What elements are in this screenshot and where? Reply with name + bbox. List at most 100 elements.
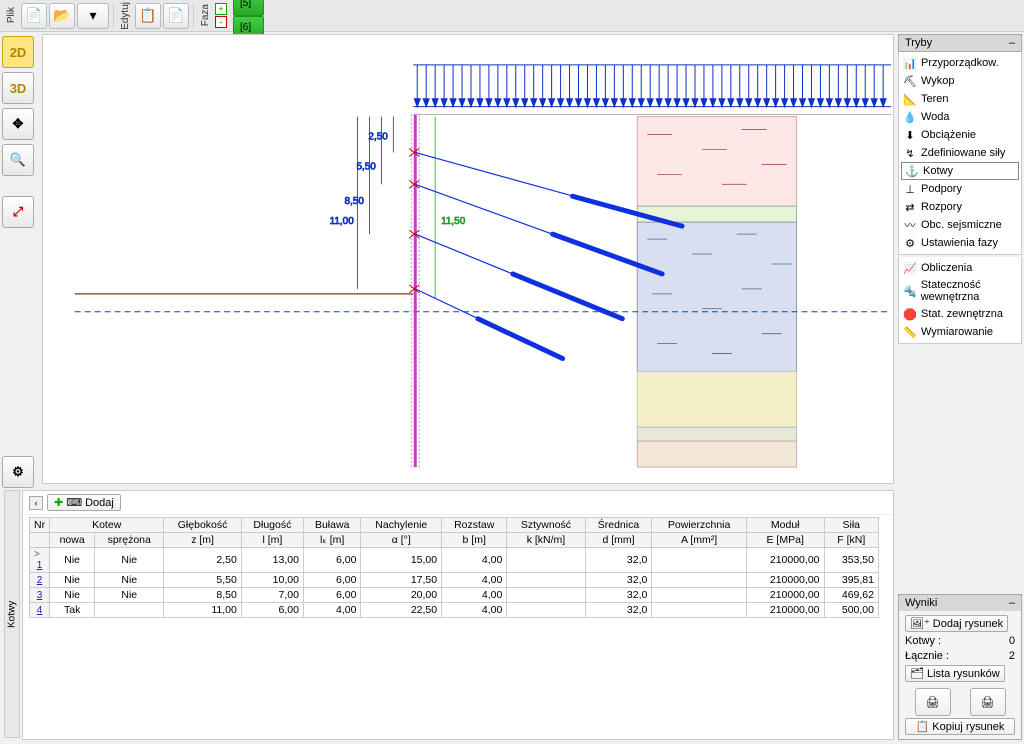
table-cell[interactable] [507, 588, 585, 603]
copy-button[interactable]: 📋 [135, 3, 161, 29]
table-cell[interactable]: 210000,00 [746, 548, 824, 573]
table-cell[interactable]: 8,50 [164, 588, 242, 603]
tryby-sejsmiczne[interactable]: 〰Obc. sejsmiczne [899, 216, 1021, 234]
table-cell[interactable] [652, 548, 747, 573]
tryby-wykop[interactable]: ⛏Wykop [899, 72, 1021, 90]
phase-add-button[interactable]: + [215, 3, 227, 15]
col-subheader: F [kN] [824, 533, 879, 548]
tryby-stat-wewn[interactable]: 🔩Stateczność wewnętrzna [899, 277, 1021, 305]
table-cell[interactable]: Tak [50, 603, 95, 618]
anchor-table-wrap[interactable]: NrKotewGłębokośćDługośćBuławaNachylenieR… [23, 515, 893, 739]
table-row[interactable]: >1NieNie2,5013,006,0015,004,0032,0210000… [30, 548, 879, 573]
table-cell[interactable]: 32,0 [585, 588, 652, 603]
tryby-obliczenia[interactable]: 📈Obliczenia [899, 259, 1021, 277]
table-cell[interactable]: 32,0 [585, 548, 652, 573]
pan-tool-button[interactable]: ✥ [2, 108, 34, 140]
tryby-przyporzadkow[interactable]: 📊Przyporządkow. [899, 54, 1021, 72]
table-cell[interactable]: 4,00 [442, 548, 507, 573]
tryby-podpory[interactable]: ⊥Podpory [899, 180, 1021, 198]
paste-button[interactable]: 📄 [163, 3, 189, 29]
table-cell[interactable]: 210000,00 [746, 573, 824, 588]
kopiuj-rysunek-button[interactable]: 📋 Kopiuj rysunek [905, 718, 1015, 735]
table-cell[interactable]: 4,00 [442, 603, 507, 618]
table-cell[interactable]: >1 [30, 548, 50, 573]
phase-remove-button[interactable]: - [215, 16, 227, 28]
table-cell[interactable]: 6,00 [303, 588, 361, 603]
table-cell[interactable]: 4,00 [442, 573, 507, 588]
table-cell[interactable]: Nie [50, 573, 95, 588]
table-cell[interactable] [652, 588, 747, 603]
tryby-obciazenie[interactable]: ⬇Obciążenie [899, 126, 1021, 144]
tryby-kotwy[interactable]: ⚓Kotwy [901, 162, 1019, 180]
table-cell[interactable] [95, 603, 164, 618]
table-cell[interactable]: 210000,00 [746, 603, 824, 618]
collapse-button[interactable]: ‹ [29, 496, 43, 510]
table-cell[interactable]: 353,50 [824, 548, 879, 573]
tryby-stat-zewn[interactable]: 🛑Stat. zewnętrzna [899, 305, 1021, 323]
table-cell[interactable]: 395,81 [824, 573, 879, 588]
lista-rysunkow-button[interactable]: 🗂 Lista rysunków [905, 665, 1005, 682]
table-row[interactable]: 2NieNie5,5010,006,0017,504,0032,0210000,… [30, 573, 879, 588]
table-cell[interactable]: 210000,00 [746, 588, 824, 603]
print-button-1[interactable]: 🖨 [915, 688, 951, 716]
table-cell[interactable] [507, 548, 585, 573]
mode-3d-button[interactable]: 3D [2, 72, 34, 104]
table-row[interactable]: 4Tak11,006,004,0022,504,0032,0210000,005… [30, 603, 879, 618]
fit-tool-button[interactable]: ⤢ [2, 196, 34, 228]
table-cell[interactable]: 6,00 [303, 573, 361, 588]
table-cell[interactable]: Nie [50, 588, 95, 603]
table-cell[interactable]: 2 [30, 573, 50, 588]
table-cell[interactable]: 20,00 [361, 588, 442, 603]
zoom-tool-button[interactable]: 🔍 [2, 144, 34, 176]
table-cell[interactable]: 4,00 [303, 603, 361, 618]
table-cell[interactable] [652, 603, 747, 618]
table-cell[interactable]: 32,0 [585, 573, 652, 588]
print-button-2[interactable]: 🖨 [970, 688, 1006, 716]
drawing-canvas[interactable]: 2,50 5,50 8,50 11,00 11,50 [42, 34, 894, 484]
minimize-icon[interactable]: – [1009, 37, 1015, 49]
tryby-rozpory[interactable]: ⇄Rozpory [899, 198, 1021, 216]
table-cell[interactable]: Nie [50, 548, 95, 573]
table-cell[interactable]: 15,00 [361, 548, 442, 573]
table-cell[interactable]: 3 [30, 588, 50, 603]
table-cell[interactable]: 32,0 [585, 603, 652, 618]
recent-button[interactable]: ▾ [77, 3, 109, 29]
table-cell[interactable]: 500,00 [824, 603, 879, 618]
tryby-ustawienia[interactable]: ⚙Ustawienia fazy [899, 234, 1021, 252]
table-cell[interactable]: 6,00 [241, 603, 303, 618]
table-cell[interactable]: Nie [95, 548, 164, 573]
table-cell[interactable]: 13,00 [241, 548, 303, 573]
dodaj-rysunek-button[interactable]: 🖼⁺ Dodaj rysunek [905, 615, 1008, 632]
tryby-wymiarowanie[interactable]: 📏Wymiarowanie [899, 323, 1021, 341]
table-cell[interactable]: 11,00 [164, 603, 242, 618]
mode-2d-button[interactable]: 2D [2, 36, 34, 68]
tryby-zdef-sily[interactable]: ↯Zdefiniowane siły [899, 144, 1021, 162]
table-cell[interactable]: 4 [30, 603, 50, 618]
table-cell[interactable]: 4,00 [442, 588, 507, 603]
table-cell[interactable]: 22,50 [361, 603, 442, 618]
table-row[interactable]: 3NieNie8,507,006,0020,004,0032,0210000,0… [30, 588, 879, 603]
table-cell[interactable] [652, 573, 747, 588]
settings-button[interactable]: ⚙ [2, 456, 34, 488]
tryby-teren[interactable]: 📐Teren [899, 90, 1021, 108]
table-cell[interactable]: 469,62 [824, 588, 879, 603]
table-cell[interactable]: Nie [95, 588, 164, 603]
table-cell[interactable]: 6,00 [303, 548, 361, 573]
svg-text:8,50: 8,50 [345, 196, 365, 207]
table-cell[interactable]: Nie [95, 573, 164, 588]
open-file-button[interactable]: 📂 [49, 3, 75, 29]
kotwy-tab[interactable]: Kotwy [4, 490, 20, 738]
table-cell[interactable]: 7,00 [241, 588, 303, 603]
table-cell[interactable] [507, 603, 585, 618]
add-anchor-button[interactable]: ✚ ⌨ Dodaj [47, 494, 121, 511]
minimize-icon[interactable]: – [1009, 597, 1015, 609]
table-cell[interactable]: 5,50 [164, 573, 242, 588]
table-cell[interactable]: 17,50 [361, 573, 442, 588]
new-file-button[interactable]: 📄 [21, 3, 47, 29]
table-cell[interactable]: 2,50 [164, 548, 242, 573]
col-header: Głębokość [164, 518, 242, 533]
tryby-woda[interactable]: 💧Woda [899, 108, 1021, 126]
table-cell[interactable] [507, 573, 585, 588]
phase-tab-5[interactable]: [5] [233, 0, 264, 16]
table-cell[interactable]: 10,00 [241, 573, 303, 588]
